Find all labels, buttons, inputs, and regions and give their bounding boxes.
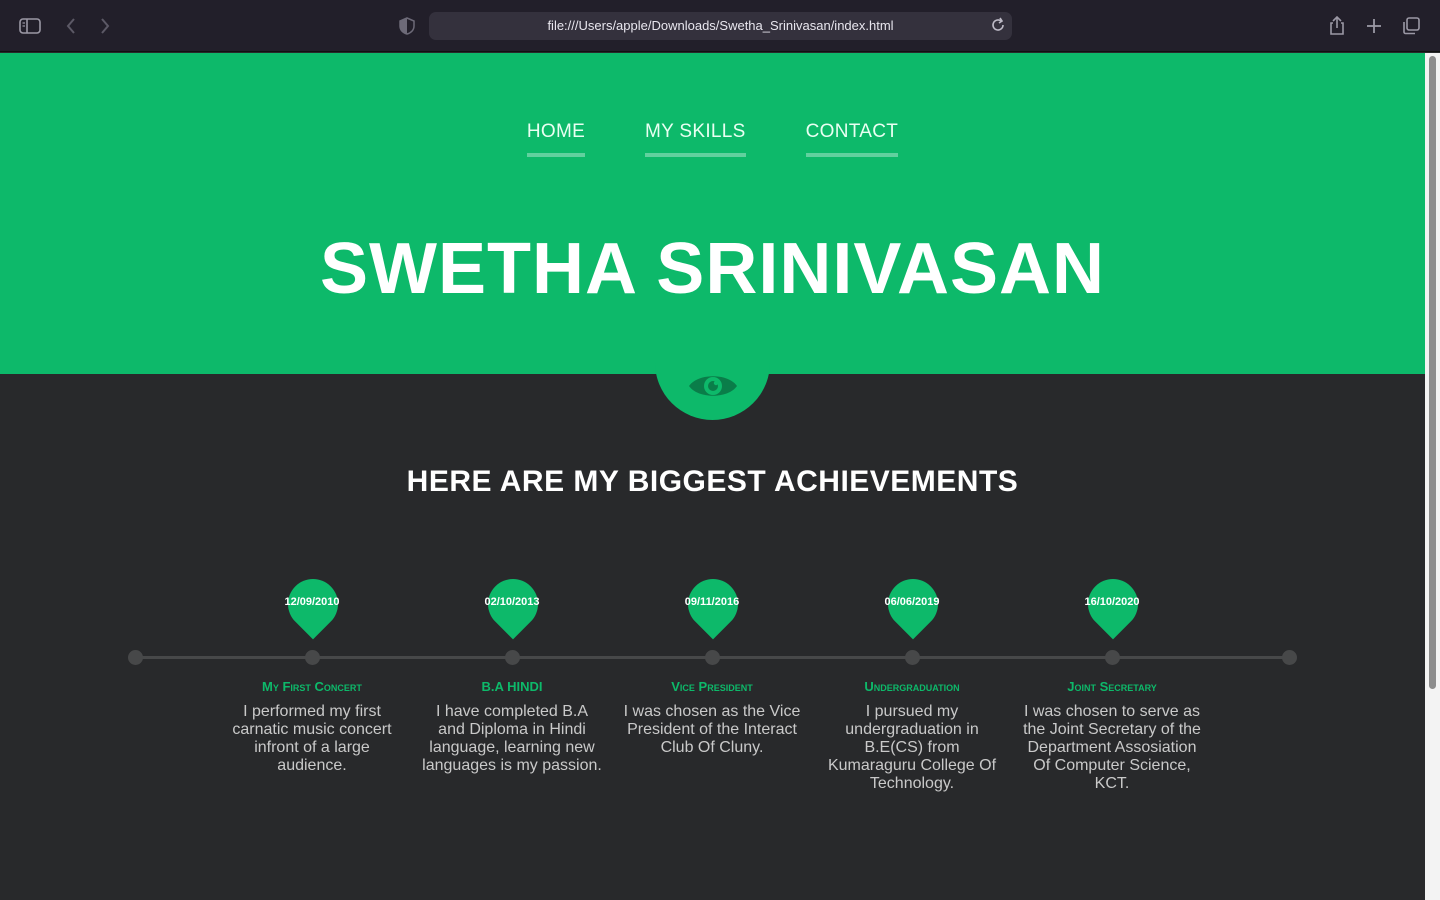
nav-contact-link[interactable]: CONTACT — [805, 121, 899, 157]
event-description: I was chosen to serve as the Joint Secre… — [1023, 703, 1201, 792]
achievements-title: HERE ARE MY BIGGEST ACHIEVEMENTS — [406, 465, 1019, 498]
event-title: Undergraduation — [864, 679, 960, 694]
reload-icon[interactable] — [990, 17, 1006, 38]
event-title: Vice President — [671, 679, 753, 694]
event-description: I performed my first carnatic music conc… — [232, 703, 392, 774]
new-tab-icon[interactable] — [1362, 14, 1386, 38]
nav-home-link[interactable]: HOME — [526, 121, 586, 157]
hero-title: SWETHA SRINIVASAN — [319, 229, 1106, 309]
event-description: I have completed B.A and Diploma in Hind… — [422, 703, 602, 774]
scrollbar-thumb[interactable] — [1429, 56, 1436, 689]
timeline-dot — [1105, 650, 1120, 665]
web-page: HOME MY SKILLS CONTACT SWETHA SRINIVASAN… — [0, 53, 1425, 900]
page-scrollbar[interactable] — [1425, 53, 1440, 900]
back-icon[interactable] — [59, 14, 83, 38]
timeline-dot — [705, 650, 720, 665]
timeline-end-dot — [1282, 650, 1297, 665]
main-nav: HOME MY SKILLS CONTACT — [0, 121, 1425, 157]
event-date: 09/11/2016 — [684, 596, 740, 608]
event-date: 02/10/2013 — [484, 596, 540, 608]
timeline-dot — [905, 650, 920, 665]
event-title: Joint Secretary — [1067, 679, 1157, 694]
timeline-dot — [505, 650, 520, 665]
url-text[interactable]: file:///Users/apple/Downloads/Swetha_Sri… — [429, 18, 1012, 33]
eye-badge — [655, 317, 770, 420]
browser-toolbar: file:///Users/apple/Downloads/Swetha_Sri… — [0, 0, 1440, 52]
event-description: I pursued my undergraduation in B.E(CS) … — [827, 703, 997, 792]
event-date: 12/09/2010 — [284, 596, 340, 608]
forward-icon[interactable] — [93, 14, 117, 38]
event-description: I was chosen as the Vice President of th… — [623, 703, 801, 756]
tabs-icon[interactable] — [1399, 14, 1423, 38]
event-title: My First Concert — [262, 679, 362, 694]
eye-icon — [688, 371, 738, 406]
sidebar-icon[interactable] — [18, 14, 42, 38]
event-title: B.A HINDI — [481, 679, 543, 694]
event-date: 16/10/2020 — [1084, 596, 1140, 608]
shield-icon[interactable] — [395, 14, 419, 38]
timeline-dot — [305, 650, 320, 665]
address-bar[interactable]: file:///Users/apple/Downloads/Swetha_Sri… — [429, 12, 1012, 40]
timeline-start-dot — [128, 650, 143, 665]
event-date: 06/06/2019 — [884, 596, 940, 608]
nav-skills-link[interactable]: MY SKILLS — [645, 121, 746, 157]
share-icon[interactable] — [1325, 14, 1349, 38]
